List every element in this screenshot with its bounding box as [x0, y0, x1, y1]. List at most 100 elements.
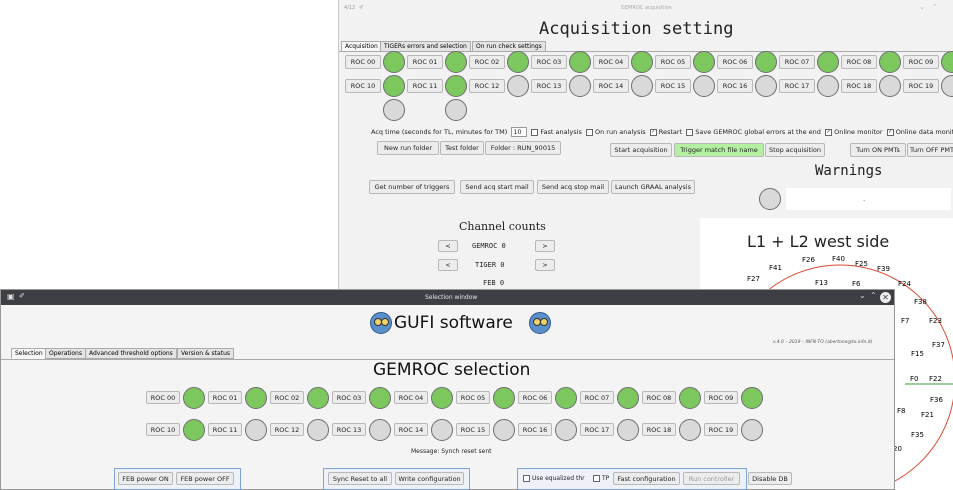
feb-label: F36: [930, 396, 943, 404]
roc-00-button[interactable]: ROC 00: [146, 391, 180, 404]
send-start-mail-button[interactable]: Send acq start mail: [460, 180, 534, 194]
fast-analysis-checkbox[interactable]: [531, 128, 539, 136]
use-equalized-checkbox[interactable]: [523, 475, 530, 482]
roc-03-button[interactable]: ROC 03: [332, 391, 366, 404]
roc-08-button[interactable]: ROC 08: [642, 391, 676, 404]
acq-options-row: Acq time (seconds for TL, minutes for TM…: [371, 127, 953, 137]
roc-12-button[interactable]: ROC 12: [270, 423, 304, 436]
write-configuration-button[interactable]: Write configuration: [395, 472, 464, 485]
feb-label: F35: [911, 431, 924, 439]
roc-18-button[interactable]: ROC 18: [841, 79, 877, 93]
roc-00-button[interactable]: ROC 00: [345, 55, 381, 69]
run-controller-button[interactable]: Run controller: [683, 472, 740, 485]
roc-09-status: [941, 51, 953, 73]
version-label: v.4.0 – 2019 – INFN-TO (abertone@to.infn…: [773, 340, 873, 345]
tab-version-status[interactable]: Version & status: [177, 348, 234, 359]
roc-11-button[interactable]: ROC 11: [407, 79, 443, 93]
close-icon[interactable]: ✕: [880, 292, 891, 303]
tiger-next-button[interactable]: >: [535, 259, 555, 271]
gemroc-next-button[interactable]: >: [535, 240, 555, 252]
roc-19-button[interactable]: ROC 19: [903, 79, 939, 93]
feb-label: F7: [901, 317, 909, 325]
roc-04-button[interactable]: ROC 04: [394, 391, 428, 404]
send-stop-mail-button[interactable]: Send acq stop mail: [537, 180, 609, 194]
stop-acquisition-button[interactable]: Stop acquisition: [765, 143, 825, 157]
minimize-icon[interactable]: ⌄: [919, 3, 925, 11]
tab-advanced-threshold[interactable]: Advanced threshold options: [85, 348, 177, 359]
roc-18-button[interactable]: ROC 18: [642, 423, 676, 436]
roc-09-button[interactable]: ROC 09: [903, 55, 939, 69]
roc-02-button[interactable]: ROC 02: [270, 391, 304, 404]
roc-05-button[interactable]: ROC 05: [655, 55, 691, 69]
roc-10-button[interactable]: ROC 10: [146, 423, 180, 436]
disable-db-button[interactable]: Disable DB: [748, 472, 792, 485]
minimize-icon[interactable]: ⌄: [859, 291, 866, 300]
roc-14-button[interactable]: ROC 14: [593, 79, 629, 93]
tp-checkbox[interactable]: [593, 475, 600, 482]
roc-17-status: [817, 75, 839, 97]
start-acquisition-button[interactable]: Start acquisition: [610, 143, 672, 157]
roc-09-button[interactable]: ROC 09: [704, 391, 738, 404]
roc-17-button[interactable]: ROC 17: [580, 423, 614, 436]
roc-01-button[interactable]: ROC 01: [407, 55, 443, 69]
roc-02-button[interactable]: ROC 02: [469, 55, 505, 69]
test-folder-button[interactable]: Test folder: [440, 141, 484, 155]
roc-03-button[interactable]: ROC 03: [531, 55, 567, 69]
roc-01-button[interactable]: ROC 01: [208, 391, 242, 404]
roc-15-status: [693, 75, 715, 97]
roc-19-status: [941, 75, 953, 97]
roc-13-button[interactable]: ROC 13: [332, 423, 366, 436]
sync-reset-button[interactable]: Sync Reset to all: [328, 472, 392, 485]
roc-16-button[interactable]: ROC 16: [717, 79, 753, 93]
roc-10-button[interactable]: ROC 10: [345, 79, 381, 93]
online-monitor-checkbox[interactable]: ✓: [825, 128, 833, 136]
new-run-folder-button[interactable]: New run folder: [377, 141, 439, 155]
roc-06-button[interactable]: ROC 06: [717, 55, 753, 69]
roc-15-button[interactable]: ROC 15: [456, 423, 490, 436]
fast-configuration-button[interactable]: Fast configuration: [613, 472, 680, 485]
roc-15-button[interactable]: ROC 15: [655, 79, 691, 93]
maximize-icon[interactable]: ⌃: [870, 291, 877, 300]
roc-07-button[interactable]: ROC 07: [779, 55, 815, 69]
roc-17-button[interactable]: ROC 17: [779, 79, 815, 93]
warnings-display: [786, 188, 951, 210]
roc-14-button[interactable]: ROC 14: [394, 423, 428, 436]
roc-19-button[interactable]: ROC 19: [704, 423, 738, 436]
launch-graal-button[interactable]: Launch GRAAL analysis: [611, 180, 695, 194]
roc-04-button[interactable]: ROC 04: [593, 55, 629, 69]
restart-checkbox[interactable]: ✓: [649, 128, 657, 136]
tiger-prev-button[interactable]: <: [438, 259, 458, 271]
maximize-icon[interactable]: ⌃: [932, 3, 938, 11]
online-data-monitor-checkbox[interactable]: ✓: [886, 128, 894, 136]
roc-06-button[interactable]: ROC 06: [518, 391, 552, 404]
roc-07-button[interactable]: ROC 07: [580, 391, 614, 404]
gemroc-prev-button[interactable]: <: [438, 240, 458, 252]
pin-icon[interactable]: ✐: [19, 292, 25, 300]
tab-selection[interactable]: Selection: [11, 348, 47, 359]
roc-11-button[interactable]: ROC 11: [208, 423, 242, 436]
roc-13-button[interactable]: ROC 13: [531, 79, 567, 93]
roc-10-status: [383, 75, 405, 97]
roc-03-status: [369, 387, 391, 409]
acq-time-input[interactable]: 10: [511, 127, 528, 137]
turn-on-pmts-button[interactable]: Turn ON PMTs: [850, 143, 906, 157]
selection-window-title: Selection window: [425, 294, 478, 301]
roc-05-button[interactable]: ROC 05: [456, 391, 490, 404]
app-menu-icon[interactable]: ▣: [7, 292, 15, 301]
trigger-match-button[interactable]: Trigger match file name: [674, 143, 764, 157]
warnings-status: [759, 188, 781, 210]
roc-12-button[interactable]: ROC 12: [469, 79, 505, 93]
save-errors-label: Save GEMROC global errors at the end: [695, 128, 821, 136]
feb-power-on-button[interactable]: FEB power ON: [118, 472, 173, 485]
save-errors-checkbox[interactable]: [686, 128, 694, 136]
warnings-value: -: [863, 196, 866, 204]
online-data-monitor-label: Online data monitor: [895, 128, 953, 136]
feb-power-off-button[interactable]: FEB power OFF: [176, 472, 234, 485]
turn-off-pmts-button[interactable]: Turn OFF PMT: [907, 143, 953, 157]
roc-08-button[interactable]: ROC 08: [841, 55, 877, 69]
roc-16-button[interactable]: ROC 16: [518, 423, 552, 436]
tab-operations[interactable]: Operations: [45, 348, 86, 359]
pin-icon[interactable]: ✐: [359, 4, 364, 11]
get-triggers-button[interactable]: Get number of triggers: [369, 180, 455, 194]
on-run-analysis-checkbox[interactable]: [586, 128, 593, 136]
